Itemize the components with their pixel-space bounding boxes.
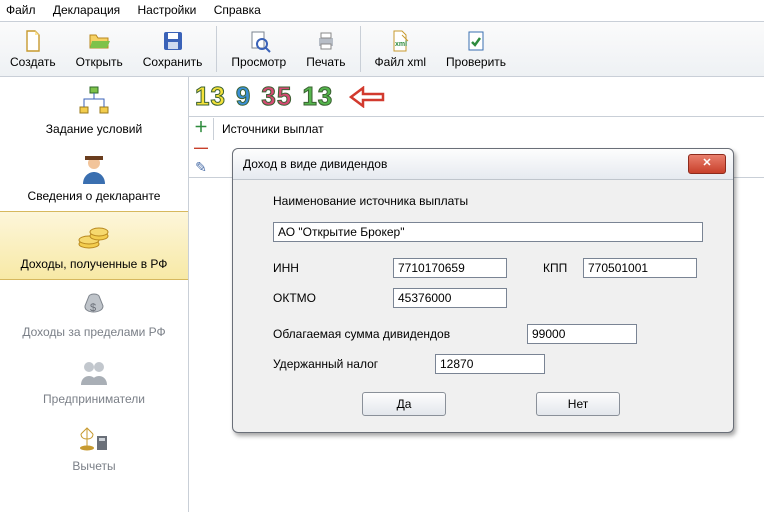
no-button[interactable]: Нет (536, 392, 620, 416)
sidebar-label-declarant: Сведения о декларанте (28, 189, 161, 203)
rate-9[interactable]: 9 (236, 81, 251, 112)
inn-label: ИНН (273, 261, 393, 275)
flowchart-icon (77, 85, 111, 119)
rate-13-green[interactable]: 13 (302, 81, 333, 112)
sidebar: Задание условий Сведения о декларанте До… (0, 77, 189, 512)
add-source-button[interactable]: ＋ (194, 120, 208, 134)
rate-13-yellow[interactable]: 13 (195, 81, 226, 112)
create-label: Создать (10, 55, 56, 69)
menu-help[interactable]: Справка (214, 3, 261, 17)
magnifier-doc-icon (247, 29, 271, 53)
create-button[interactable]: Создать (0, 22, 66, 76)
sidebar-label-income-rf: Доходы, полученные в РФ (21, 257, 168, 271)
sidebar-item-conditions[interactable]: Задание условий (0, 77, 188, 144)
print-button[interactable]: Печать (296, 22, 355, 76)
kpp-input[interactable] (583, 258, 697, 278)
svg-text:$: $ (90, 302, 96, 314)
remove-source-button[interactable]: — (194, 140, 208, 154)
coins-icon (77, 220, 111, 254)
menu-file[interactable]: Файл (6, 3, 36, 17)
print-label: Печать (306, 55, 345, 69)
menu-declaration[interactable]: Декларация (53, 3, 120, 17)
check-label: Проверить (446, 55, 506, 69)
check-doc-icon (464, 29, 488, 53)
scales-calc-icon (77, 422, 111, 456)
sidebar-label-income-abroad: Доходы за пределами РФ (22, 325, 165, 339)
arrow-left-icon (349, 86, 385, 108)
yes-button[interactable]: Да (362, 392, 446, 416)
name-label: Наименование источника выплаты (273, 194, 709, 208)
sidebar-item-entrepreneurs[interactable]: Предприниматели (0, 347, 188, 414)
open-label: Открыть (76, 55, 123, 69)
rate-selector-row: 13 9 35 13 (189, 77, 764, 117)
sidebar-label-deductions: Вычеты (72, 459, 115, 473)
withheld-label: Удержанный налог (273, 357, 435, 371)
save-button[interactable]: Сохранить (133, 22, 213, 76)
sidebar-item-income-abroad[interactable]: $ Доходы за пределами РФ (0, 280, 188, 347)
xml-button[interactable]: xml Файл xml (365, 22, 437, 76)
svg-text:xml: xml (395, 41, 407, 48)
printer-icon (314, 29, 338, 53)
dialog-titlebar[interactable]: Доход в виде дивидендов ✕ (233, 149, 733, 180)
sidebar-item-deductions[interactable]: Вычеты (0, 414, 188, 481)
folder-open-icon (87, 29, 111, 53)
name-input[interactable] (273, 222, 703, 242)
rate-35[interactable]: 35 (261, 81, 292, 112)
toolbar: Создать Открыть Сохранить Просмотр Печат… (0, 21, 764, 77)
taxable-label: Облагаемая сумма дивидендов (273, 327, 527, 341)
withheld-input[interactable] (435, 354, 545, 374)
dialog-title: Доход в виде дивидендов (243, 157, 387, 171)
sidebar-item-income-rf[interactable]: Доходы, полученные в РФ (0, 211, 188, 280)
save-label: Сохранить (143, 55, 203, 69)
save-icon (161, 29, 185, 53)
check-button[interactable]: Проверить (436, 22, 516, 76)
sidebar-label-entrepreneurs: Предприниматели (43, 392, 145, 406)
xml-label: Файл xml (375, 55, 427, 69)
preview-label: Просмотр (231, 55, 286, 69)
oktmo-label: ОКТМО (273, 291, 393, 305)
people-icon (77, 355, 111, 389)
preview-button[interactable]: Просмотр (221, 22, 296, 76)
menubar: Файл Декларация Настройки Справка (0, 0, 764, 21)
sidebar-item-declarant[interactable]: Сведения о декларанте (0, 144, 188, 211)
money-bag-icon: $ (77, 288, 111, 322)
taxable-input[interactable] (527, 324, 637, 344)
person-icon (77, 152, 111, 186)
close-button[interactable]: ✕ (688, 154, 726, 174)
open-button[interactable]: Открыть (66, 22, 133, 76)
new-file-icon (21, 29, 45, 53)
kpp-label: КПП (543, 261, 583, 275)
menu-settings[interactable]: Настройки (138, 3, 197, 17)
edit-source-button[interactable]: ✎ (194, 160, 208, 174)
inn-input[interactable] (393, 258, 507, 278)
sources-toolbar: ＋ — ✎ (189, 117, 213, 177)
dividend-income-dialog: Доход в виде дивидендов ✕ Наименование и… (232, 148, 734, 433)
oktmo-input[interactable] (393, 288, 507, 308)
xml-file-icon: xml (388, 29, 412, 53)
sidebar-label-conditions: Задание условий (46, 122, 142, 136)
sources-header: Источники выплат (213, 118, 764, 140)
